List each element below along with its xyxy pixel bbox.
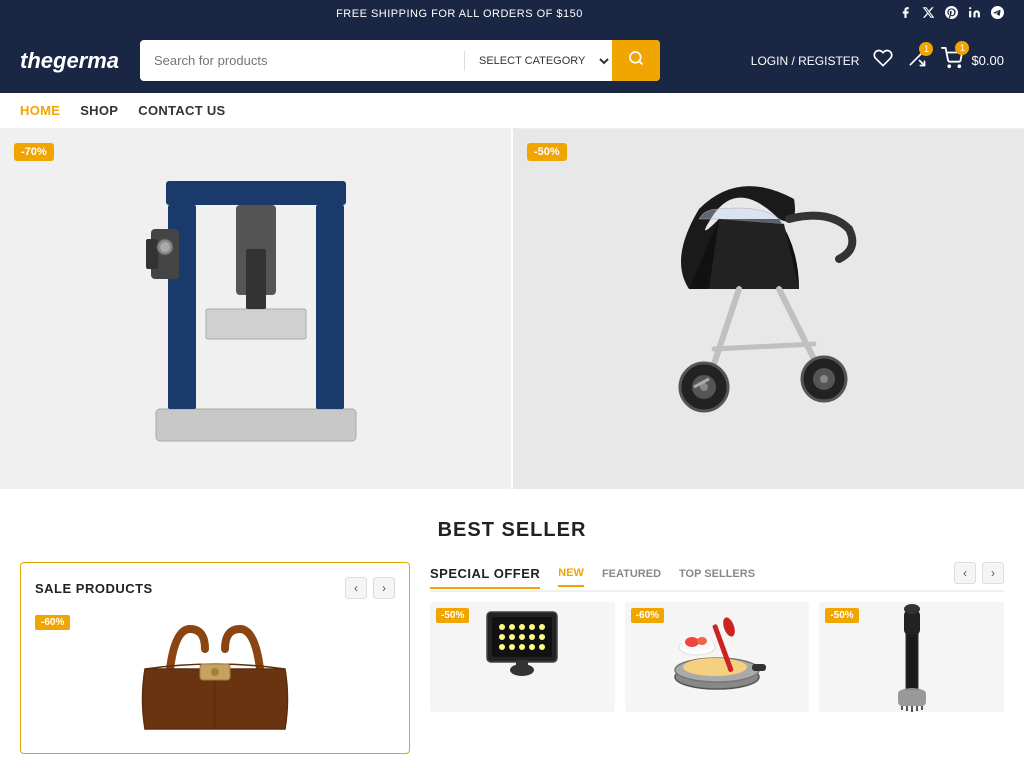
- special-offer-header: SPECIAL OFFER NEW FEATURED TOP SELLERS ‹…: [430, 562, 1004, 592]
- sale-product-item[interactable]: -60%: [35, 609, 395, 739]
- offer-product-3-image: [862, 602, 962, 712]
- hero-left[interactable]: -70%: [0, 129, 513, 489]
- offer-badge-2: -60%: [631, 608, 664, 623]
- main-nav: HOME SHOP CONTACT US: [0, 93, 1024, 129]
- sale-products-header: SALE PRODUCTS ‹ ›: [35, 577, 395, 599]
- offer-badge-1: -50%: [436, 608, 469, 623]
- offer-prev-button[interactable]: ‹: [954, 562, 976, 584]
- search-input[interactable]: [140, 43, 464, 78]
- nav-item-contact[interactable]: CONTACT US: [138, 103, 225, 118]
- linkedin-icon[interactable]: [968, 6, 981, 22]
- offer-product-2[interactable]: -60%: [625, 602, 810, 712]
- sale-prev-button[interactable]: ‹: [345, 577, 367, 599]
- telegram-icon[interactable]: [991, 6, 1004, 22]
- sale-products-panel: SALE PRODUCTS ‹ › -60%: [20, 562, 410, 754]
- hero-right-image: [639, 159, 899, 459]
- offer-product-1-image: [472, 602, 572, 712]
- offer-next-button[interactable]: ›: [982, 562, 1004, 584]
- offer-product-1[interactable]: -50%: [430, 602, 615, 712]
- best-seller-title: BEST SELLER: [20, 519, 1004, 542]
- offer-product-2-image: [667, 602, 767, 712]
- login-register-link[interactable]: LOGIN / REGISTER: [751, 54, 860, 68]
- cart-price: $0.00: [971, 53, 1004, 68]
- twitter-x-icon[interactable]: [922, 6, 935, 22]
- cart-badge: 1: [955, 41, 969, 55]
- header: thegerma SELECT CATEGORY LOGIN / REGISTE…: [0, 28, 1024, 93]
- sale-product-image: [105, 609, 325, 739]
- offer-tab-new[interactable]: NEW: [558, 567, 584, 587]
- offer-nav-arrows: ‹ ›: [954, 562, 1004, 584]
- cart-area[interactable]: 1 $0.00: [941, 47, 1004, 74]
- sale-badge: -60%: [35, 615, 70, 630]
- special-offer-title: SPECIAL OFFER: [430, 566, 540, 589]
- social-links: [899, 6, 1004, 22]
- offer-tab-featured[interactable]: FEATURED: [602, 568, 661, 586]
- search-bar: SELECT CATEGORY: [140, 40, 660, 81]
- header-actions: LOGIN / REGISTER 1 1 $0.00: [751, 47, 1004, 74]
- hero-left-badge: -70%: [14, 143, 54, 161]
- compare-icon[interactable]: 1: [907, 48, 927, 73]
- hero-right-badge: -50%: [527, 143, 567, 161]
- bottom-sections: SALE PRODUCTS ‹ › -60%: [0, 552, 1024, 764]
- logo[interactable]: thegerma: [20, 48, 120, 74]
- sale-nav-arrows: ‹ ›: [345, 577, 395, 599]
- banner-text: FREE SHIPPING FOR ALL ORDERS OF $150: [20, 8, 899, 20]
- search-button[interactable]: [612, 40, 660, 81]
- hero-right[interactable]: -50%: [513, 129, 1024, 489]
- nav-item-home[interactable]: HOME: [20, 103, 60, 118]
- wishlist-icon[interactable]: [873, 48, 893, 73]
- facebook-icon[interactable]: [899, 6, 912, 22]
- nav-item-shop[interactable]: SHOP: [80, 103, 118, 118]
- sale-next-button[interactable]: ›: [373, 577, 395, 599]
- offer-badge-3: -50%: [825, 608, 858, 623]
- pinterest-icon[interactable]: [945, 6, 958, 22]
- compare-badge: 1: [919, 42, 933, 56]
- offer-product-3[interactable]: -50%: [819, 602, 1004, 712]
- offer-products: -50%: [430, 602, 1004, 712]
- offer-tab-topsellers[interactable]: TOP SELLERS: [679, 568, 755, 586]
- hero-section: -70% -50%: [0, 129, 1024, 489]
- hero-left-image: [146, 169, 366, 449]
- special-offer-panel: SPECIAL OFFER NEW FEATURED TOP SELLERS ‹…: [430, 562, 1004, 754]
- sale-products-title: SALE PRODUCTS: [35, 581, 153, 596]
- category-select[interactable]: SELECT CATEGORY: [465, 44, 612, 78]
- best-seller-section: BEST SELLER: [0, 489, 1024, 552]
- cart-icon: 1: [941, 47, 963, 74]
- top-banner: FREE SHIPPING FOR ALL ORDERS OF $150: [0, 0, 1024, 28]
